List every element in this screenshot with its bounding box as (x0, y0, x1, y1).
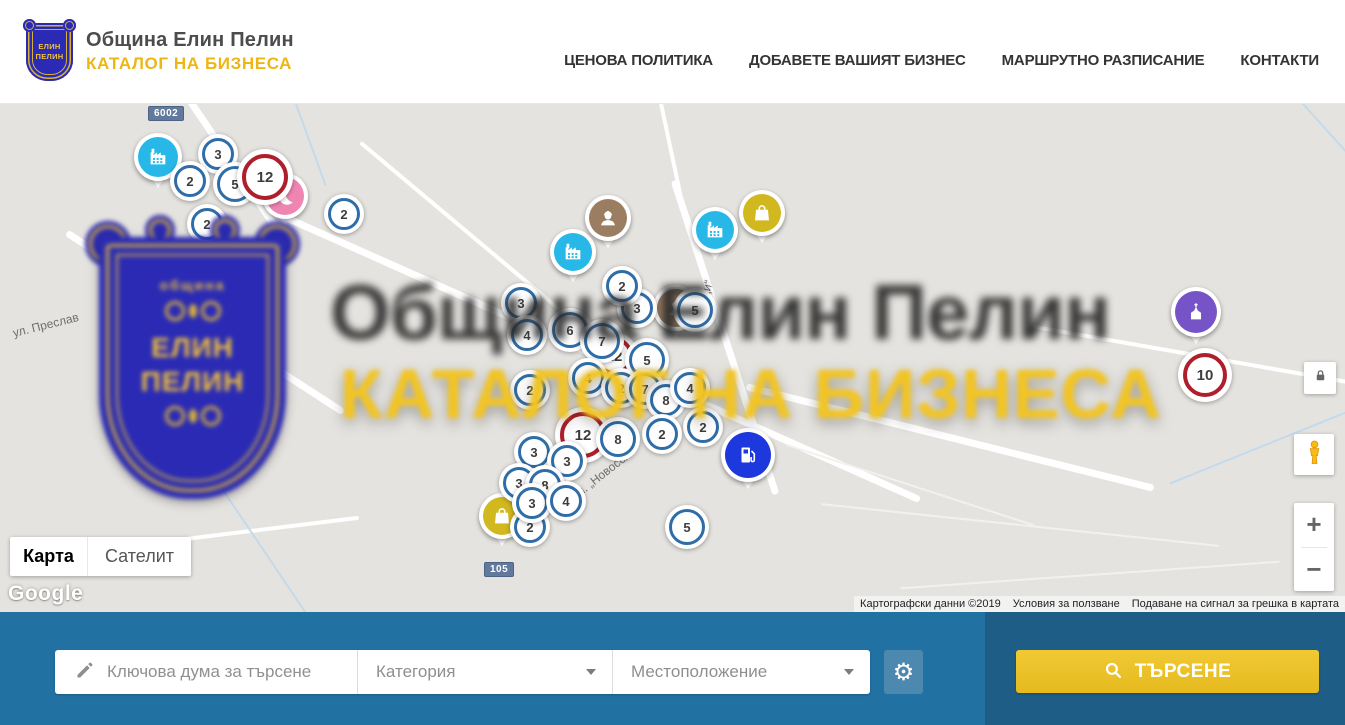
pegman-icon (1301, 439, 1328, 471)
street-label: ул. Преслав (11, 310, 80, 340)
cluster-marker[interactable]: 2 (170, 161, 210, 201)
search-button[interactable]: ТЪРСЕНЕ (1016, 650, 1319, 693)
location-select[interactable]: Местоположение (613, 650, 870, 694)
search-panel: ТЪРСЕНЕ Категория Местоположение ⚙ (0, 612, 1345, 725)
cluster-marker[interactable]: 2 (324, 194, 364, 234)
map-type-control: Карта Сателит (10, 537, 191, 576)
gear-icon: ⚙ (893, 658, 915, 687)
municipality-crest-icon: ЕЛИН ПЕЛИН (26, 23, 73, 81)
cluster-marker[interactable]: 2 (642, 414, 682, 454)
chevron-down-icon (844, 669, 854, 675)
logo-text: Община Елин Пелин КАТАЛОГ НА БИЗНЕСА (86, 29, 294, 74)
cluster-marker[interactable]: 2 (683, 407, 723, 447)
pencil-icon (75, 660, 95, 685)
attribution-terms-link[interactable]: Условия за ползване (1007, 598, 1126, 610)
cluster-marker[interactable]: 10 (1178, 348, 1232, 402)
cluster-marker[interactable]: 8 (596, 417, 640, 461)
cluster-marker[interactable]: 2 (602, 266, 642, 306)
cluster-marker[interactable]: 2 (510, 370, 550, 410)
chevron-down-icon (586, 669, 596, 675)
cluster-marker[interactable]: 4 (670, 368, 710, 408)
road-number-badge: 105 (484, 562, 514, 577)
keyword-field (55, 650, 357, 694)
cluster-marker[interactable]: 12 (237, 149, 293, 205)
crest-text: ЕЛИН (38, 42, 60, 51)
bag-pin-marker[interactable] (739, 190, 785, 236)
keyword-input[interactable] (107, 662, 337, 682)
lock-button[interactable] (1304, 362, 1336, 394)
page: ЕЛИН ПЕЛИН Община Елин Пелин КАТАЛОГ НА … (0, 0, 1345, 725)
fuel-pin-marker[interactable] (721, 428, 775, 482)
search-icon (1104, 661, 1123, 683)
site-logo[interactable]: ЕЛИН ПЕЛИН Община Елин Пелин КАТАЛОГ НА … (26, 23, 294, 81)
cluster-marker[interactable]: 5 (673, 288, 717, 332)
nav-add-your-business[interactable]: ДОБАВЕТЕ ВАШИЯТ БИЗНЕС (749, 52, 966, 69)
lock-icon (1313, 368, 1328, 388)
nav-route-schedule[interactable]: МАРШРУТНО РАЗПИСАНИЕ (1002, 52, 1205, 69)
zoom-in-button[interactable]: + (1294, 503, 1334, 547)
zoom-control: + − (1294, 503, 1334, 591)
main-nav: ЦЕНОВА ПОЛИТИКА ДОБАВЕТЕ ВАШИЯТ БИЗНЕС М… (564, 34, 1319, 69)
attribution-report-link[interactable]: Подаване на сигнал за грешка в картата (1126, 598, 1345, 610)
advanced-search-button[interactable]: ⚙ (884, 650, 923, 694)
attribution-copyright: Картографски данни ©2019 (854, 598, 1007, 610)
zoom-out-button[interactable]: − (1294, 547, 1334, 591)
cluster-marker[interactable]: 7 (580, 319, 624, 363)
road-number-badge: 6002 (148, 106, 184, 121)
map-type-map-button[interactable]: Карта (10, 537, 88, 576)
nav-contacts[interactable]: КОНТАКТИ (1240, 52, 1319, 69)
factory-pin-marker[interactable] (692, 207, 738, 253)
header: ЕЛИН ПЕЛИН Община Елин Пелин КАТАЛОГ НА … (0, 0, 1345, 104)
site-title: Община Елин Пелин (86, 29, 294, 52)
cluster-marker[interactable]: 4 (507, 315, 547, 355)
cluster-marker[interactable]: 5 (665, 505, 709, 549)
location-select-label: Местоположение (631, 662, 767, 682)
crest-text: ПЕЛИН (36, 52, 64, 61)
map-canvas[interactable]: 1222333251222564754227842212833383451060… (0, 104, 1345, 612)
cluster-marker[interactable]: 2 (187, 204, 227, 244)
pegman-control[interactable] (1294, 434, 1334, 475)
search-button-label: ТЪРСЕНЕ (1135, 661, 1232, 683)
nav-pricing-policy[interactable]: ЦЕНОВА ПОЛИТИКА (564, 52, 713, 69)
google-logo: Google (8, 582, 83, 606)
church-pin-marker[interactable] (1171, 287, 1221, 337)
category-select-label: Категория (376, 662, 455, 682)
marker-layer: 1222333251222564754227842212833383451060… (0, 104, 1345, 612)
search-action-panel: ТЪРСЕНЕ (985, 612, 1345, 725)
search-fields-group: Категория Местоположение (55, 650, 870, 694)
site-subtitle: КАТАЛОГ НА БИЗНЕСА (86, 54, 294, 74)
cluster-marker[interactable]: 4 (546, 481, 586, 521)
category-select[interactable]: Категория (358, 650, 612, 694)
worker-pin-marker[interactable] (585, 195, 631, 241)
map-attribution: Картографски данни ©2019 Условия за полз… (854, 596, 1345, 612)
map-type-satellite-button[interactable]: Сателит (88, 537, 191, 576)
